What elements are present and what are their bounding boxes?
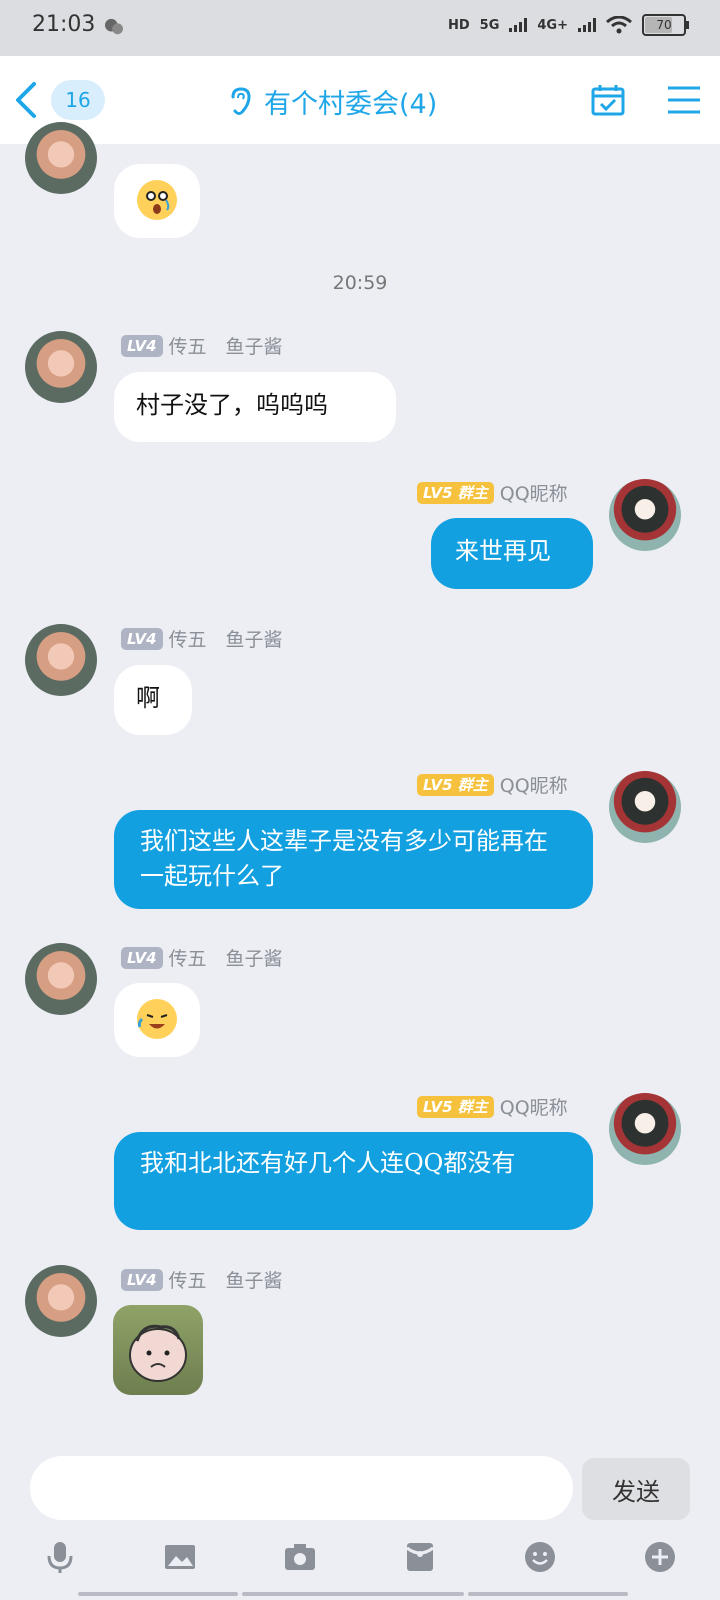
laughing-crying-emoji-icon <box>137 999 177 1039</box>
send-button[interactable]: 发送 <box>582 1458 690 1520</box>
calendar-check-icon[interactable] <box>590 82 626 118</box>
avatar[interactable] <box>609 479 681 551</box>
wifi-icon <box>606 16 632 34</box>
status-time: 21:03 <box>32 12 96 37</box>
sender-name: 传五 鱼子酱 <box>168 1270 283 1292</box>
avatar[interactable] <box>25 1265 97 1337</box>
camera-icon[interactable] <box>283 1540 317 1574</box>
avatar[interactable] <box>25 122 97 194</box>
red-packet-icon[interactable] <box>403 1540 437 1574</box>
chat-title[interactable]: 有个村委会(4) <box>228 82 437 121</box>
chat-header: 16 有个村委会(4) <box>0 56 720 144</box>
sender-nickname: LV5 群主 QQ昵称 <box>417 479 568 506</box>
level-owner-badge: LV5 群主 <box>417 1095 494 1118</box>
level-badge: LV4 <box>121 334 163 357</box>
plus-icon[interactable] <box>643 1540 677 1574</box>
sender-name: 传五 鱼子酱 <box>168 948 283 970</box>
signal-icon <box>509 18 528 32</box>
gesture-bar-center <box>242 1592 464 1596</box>
message-bubble[interactable]: 啊 <box>114 665 192 735</box>
status-icons: HD 5G 4G+ 70 <box>448 14 689 36</box>
message-bubble-emoji[interactable] <box>114 983 200 1057</box>
input-toolbar <box>0 1530 720 1584</box>
microphone-icon[interactable] <box>43 1540 77 1574</box>
image-icon[interactable] <box>163 1540 197 1574</box>
sender-name: QQ昵称 <box>499 483 568 505</box>
message-input-bar: 发送 <box>0 1440 720 1600</box>
menu-icon[interactable] <box>668 84 700 116</box>
level-badge: LV4 <box>121 1268 163 1291</box>
message-bubble-emoji[interactable] <box>114 164 200 238</box>
chat-title-text: 有个村委会(4) <box>264 89 438 120</box>
level-owner-badge: LV5 群主 <box>417 481 494 504</box>
sender-name: 传五 鱼子酱 <box>168 336 283 358</box>
sender-nickname: LV4 传五 鱼子酱 <box>121 1266 283 1293</box>
sender-name: QQ昵称 <box>499 775 568 797</box>
level-owner-badge: LV5 群主 <box>417 773 494 796</box>
sender-nickname: LV4 传五 鱼子酱 <box>121 944 283 971</box>
message-bubble[interactable]: 我和北北还有好几个人连QQ都没有 <box>114 1132 593 1230</box>
network-5g: 5G <box>479 17 500 33</box>
battery-icon: 70 <box>642 14 689 36</box>
network-4g: 4G+ <box>537 17 568 33</box>
avatar[interactable] <box>609 1093 681 1165</box>
avatar[interactable] <box>25 331 97 403</box>
sender-nickname: LV4 传五 鱼子酱 <box>121 332 283 359</box>
gesture-bar-right <box>468 1592 628 1596</box>
sender-nickname: LV5 群主 QQ昵称 <box>417 771 568 798</box>
sticker-image[interactable] <box>113 1305 203 1395</box>
back-arrow-icon[interactable] <box>12 80 40 120</box>
status-bar: 21:03 HD 5G 4G+ 70 <box>0 0 720 56</box>
message-bubble[interactable]: 村子没了，呜呜呜 <box>114 372 396 442</box>
unread-count-badge[interactable]: 16 <box>51 80 105 120</box>
message-bubble[interactable]: 来世再见 <box>431 518 593 589</box>
sender-name: QQ昵称 <box>499 1097 568 1119</box>
level-badge: LV4 <box>121 946 163 969</box>
avatar[interactable] <box>609 771 681 843</box>
sender-nickname: LV5 群主 QQ昵称 <box>417 1093 568 1120</box>
emoji-icon[interactable] <box>523 1540 557 1574</box>
gesture-bar-left <box>78 1592 238 1596</box>
wechat-icon <box>105 18 123 35</box>
message-bubble[interactable]: 我们这些人这辈子是没有多少可能再在一起玩什么了 <box>114 810 593 909</box>
hd-indicator: HD <box>448 17 470 33</box>
avatar[interactable] <box>25 624 97 696</box>
sender-nickname: LV4 传五 鱼子酱 <box>121 625 283 652</box>
level-badge: LV4 <box>121 627 163 650</box>
ear-icon <box>231 86 251 115</box>
chat-timestamp: 20:59 <box>332 272 388 294</box>
shocked-emoji-icon <box>137 180 177 220</box>
signal-icon-2 <box>578 18 596 32</box>
sender-name: 传五 鱼子酱 <box>168 629 283 651</box>
message-input[interactable] <box>30 1456 573 1520</box>
avatar[interactable] <box>25 943 97 1015</box>
